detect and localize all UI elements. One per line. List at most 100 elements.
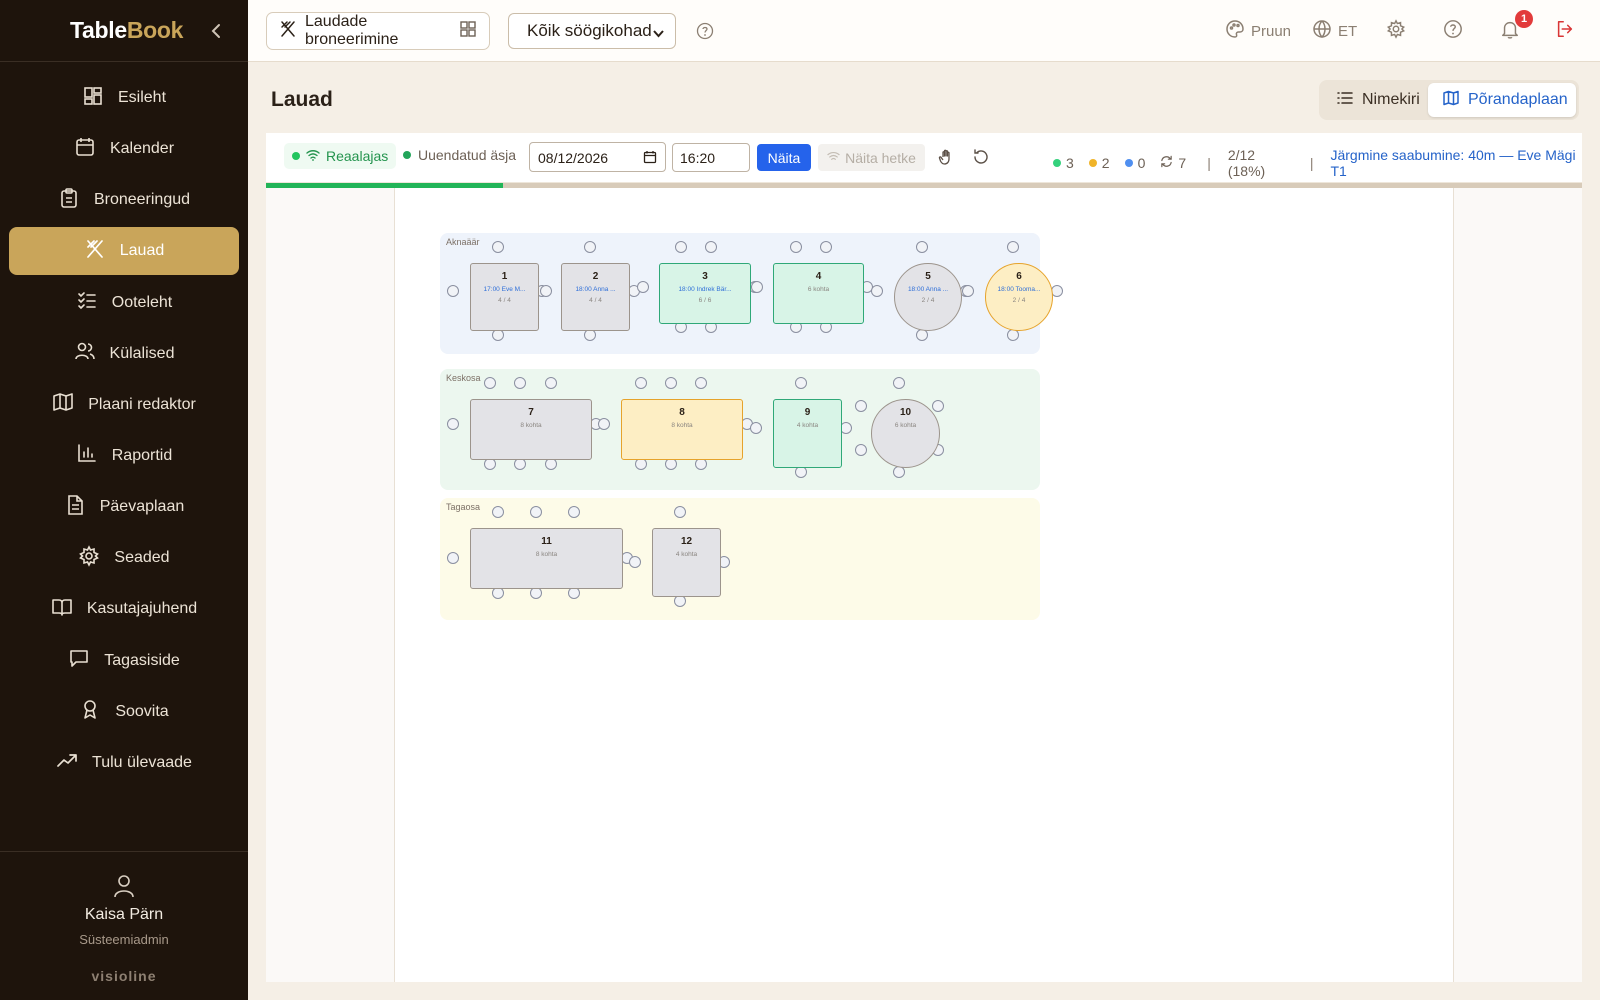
logout-icon [1555,19,1575,43]
sidebar-item-soovita[interactable]: Soovita [9,688,239,736]
sidebar-item-paevaplaan[interactable]: Päevaplaan [9,483,239,531]
table-10[interactable]: 10 6 kohta [871,399,940,468]
language-button[interactable]: ET [1312,19,1357,43]
sidebar-item-label: Tulu ülevaade [92,753,192,771]
venue-select[interactable]: Kõik söögikohad [508,13,676,49]
theme-button[interactable]: Pruun [1225,19,1291,43]
collapse-sidebar-icon[interactable] [206,20,226,42]
wifi-icon [306,148,320,165]
clipboard-icon [58,187,80,214]
sidebar-item-broneeringud[interactable]: Broneeringud [9,176,239,224]
chair-seat [545,377,557,389]
chair-seat [530,506,542,518]
chair-seat [855,400,867,412]
dashboard-icon [82,85,104,112]
venue-help-icon[interactable] [696,22,714,40]
sidebar-item-seaded[interactable]: Seaded [9,534,239,582]
sidebar-item-kasutajajuhend[interactable]: Kasutajajuhend [9,585,239,633]
chair-seat [962,285,974,297]
chair-seat [598,418,610,430]
refresh-icon[interactable] [972,148,990,166]
chair-seat [540,285,552,297]
zone-label: Aknaäär [446,237,480,247]
zone-label: Tagaosa [446,502,481,512]
table-9[interactable]: 9 4 kohta [773,399,842,468]
reserved-count: 2 [1088,155,1110,171]
gear-icon [78,544,100,572]
trending-up-icon [56,749,78,776]
sidebar-item-label: Tagasiside [104,651,180,669]
sidebar-item-label: Raportid [111,446,173,464]
sidebar-item-label: Ootelеht [111,293,173,311]
user-panel: Kaisa Pärn Süsteemiadmin visioline [0,851,248,1000]
floorplan-canvas[interactable]: Aknaäär Keskosa Tagaosa 1 17:00 Eve M...… [266,188,1582,982]
time-input[interactable]: 16:20 [672,143,750,172]
sidebar-item-kulalised[interactable]: Külalised [9,330,239,378]
sidebar-item-tulu-ulevaade[interactable]: Tulu ülevaade [9,739,239,787]
app-logo[interactable]: TableBook [70,17,183,44]
hand-pan-icon[interactable] [938,148,956,166]
table-4[interactable]: 4 6 kohta [773,263,864,324]
table-2[interactable]: 2 18:00 Anna ... 4 / 4 [561,263,630,331]
page-title: Lauad [271,88,333,111]
sidebar-item-label: Broneeringud [93,191,191,209]
gear-icon [1386,19,1406,43]
seated-count: 0 [1124,155,1145,171]
show-moment-button[interactable]: Näita hetke [818,144,925,171]
chair-seat [629,556,641,568]
table-12[interactable]: 12 4 kohta [652,528,721,597]
sidebar-item-kalender[interactable]: Kalender [9,125,239,173]
chair-seat [705,241,717,253]
table-11[interactable]: 11 8 kohta [470,528,623,589]
book-icon [51,596,73,623]
map-icon [52,391,74,418]
table-1[interactable]: 1 17:00 Eve M... 4 / 4 [470,263,539,331]
grid-icon [459,20,477,43]
sidebar-item-label: Kasutajajuhend [86,600,198,618]
chair-seat [855,444,867,456]
sidebar-item-raportid[interactable]: Raportid [9,432,239,480]
next-arrival-link[interactable]: Järgmine saabumine: 40m — Eve Mägi T1 [1330,147,1582,179]
sidebar-item-label: Soovita [115,702,169,720]
chair-seat [820,241,832,253]
company-logo: visioline [91,968,157,984]
date-input[interactable]: 08/12/2026 [529,142,666,172]
chair-seat [916,241,928,253]
sidebar-item-esileht[interactable]: Esileht [9,74,239,122]
sidebar-item-lauad[interactable]: Lauad [9,227,239,276]
help-circle-icon [1443,19,1463,43]
checklist-icon [76,289,98,316]
table-5[interactable]: 5 18:00 Anna ... 2 / 4 [894,263,962,331]
help-button[interactable] [1443,19,1463,43]
sidebar-item-tagasiside[interactable]: Tagasiside [9,637,239,685]
table-8[interactable]: 8 8 kohta [621,399,743,460]
sidebar-item-ooteleht[interactable]: Ootelеht [9,279,239,327]
user-role: Süsteemiadmin [79,932,169,947]
booking-mode-button[interactable]: Laudade broneerimine [266,12,490,50]
view-list-button[interactable]: Nimekiri [1322,83,1434,117]
chair-seat [447,285,459,297]
user-avatar-icon[interactable] [113,874,135,898]
chair-seat [484,377,496,389]
view-floorplan-button[interactable]: Põrandaplaan [1428,83,1576,117]
table-7[interactable]: 7 8 kohta [470,399,592,460]
logout-button[interactable] [1555,19,1575,43]
message-icon [68,647,90,674]
sidebar-item-plaani-redaktor[interactable]: Plaani redaktor [9,381,239,429]
chair-seat [447,552,459,564]
sidebar-item-label: Seaded [114,549,170,567]
users-icon [74,340,96,367]
zone-label: Keskosa [446,373,481,383]
sidebar-item-label: Päevaplaan [99,498,185,516]
table-6[interactable]: 6 18:00 Tooma... 2 / 4 [985,263,1053,331]
venue-select-value: Kõik söögikohad [527,21,652,40]
sidebar-item-label: Plaani redaktor [88,395,196,413]
floorplan-area[interactable]: Aknaäär Keskosa Tagaosa 1 17:00 Eve M...… [394,188,1454,982]
chair-seat [635,377,647,389]
table-3[interactable]: 3 18:00 Indrek Bär... 6 / 6 [659,263,751,324]
chair-seat [751,281,763,293]
sidebar-nav: Esileht Kalender Broneeringud Lauad Oote… [0,74,248,790]
settings-button[interactable] [1386,19,1406,43]
show-button[interactable]: Näita [757,144,811,171]
sidebar: TableBook Esileht Kalender Broneeringud … [0,0,248,1000]
